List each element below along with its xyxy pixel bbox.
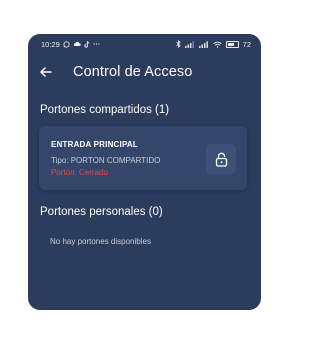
battery-icon <box>225 40 239 48</box>
signal-icon <box>184 40 195 48</box>
cloud-icon <box>73 41 81 47</box>
app-header: Control de Acceso <box>28 62 261 84</box>
status-right: 72 <box>175 39 251 49</box>
gate-status: Portón: Cerrado <box>51 168 108 177</box>
bluetooth-icon <box>175 40 181 48</box>
status-bar: 10:29 72 <box>28 34 261 54</box>
status-left: 10:29 <box>41 40 100 49</box>
arrow-left-icon <box>40 67 52 77</box>
personal-gates-title: Portones personales (0) <box>40 206 163 218</box>
back-button[interactable] <box>39 65 53 79</box>
gate-name: ENTRADA PRINCIPAL <box>51 140 138 149</box>
page-title: Control de Acceso <box>73 64 193 80</box>
tiktok-icon <box>84 40 90 48</box>
gate-type: Tipo: PORTON COMPARTIDO <box>51 156 161 165</box>
battery-percent: 72 <box>242 39 251 49</box>
status-time: 10:29 <box>41 39 60 49</box>
gate-card[interactable]: ENTRADA PRINCIPAL Tipo: PORTON COMPARTID… <box>39 126 247 190</box>
lock-button[interactable] <box>206 144 236 174</box>
lock-icon <box>215 152 227 167</box>
app-screen: 10:29 72 Control de Acceso Portones comp… <box>28 34 261 310</box>
more-dots-icon <box>93 43 100 45</box>
signal-icon <box>198 40 209 48</box>
empty-message: No hay portones disponibles <box>50 237 151 246</box>
wifi-icon <box>213 41 222 48</box>
shared-gates-title: Portones compartidos (1) <box>40 104 170 116</box>
whatsapp-icon <box>63 40 70 48</box>
